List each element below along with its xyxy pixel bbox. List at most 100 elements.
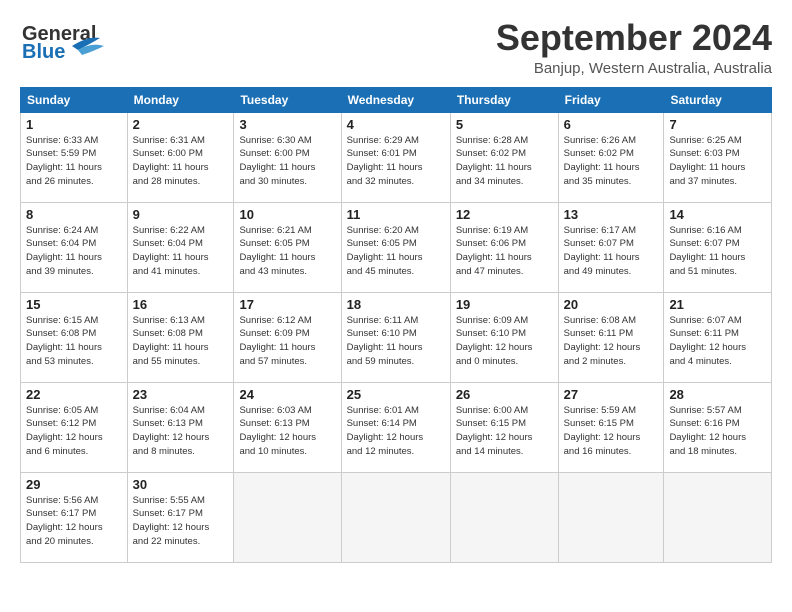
day-cell-3: 3Sunrise: 6:30 AM Sunset: 6:00 PM Daylig… [234, 112, 341, 202]
day-cell-4: 4 Sunrise: 6:29 AM Sunset: 6:01 PM Daylig… [341, 112, 450, 202]
empty-cell [664, 472, 772, 562]
calendar-week-row-0: 1Sunrise: 6:33 AM Sunset: 5:59 PM Daylig… [21, 112, 772, 202]
day-cell-10: 10Sunrise: 6:21 AM Sunset: 6:05 PM Dayli… [234, 202, 341, 292]
day-number: 5 [456, 117, 553, 132]
day-cell-28: 28 Sunrise: 5:57 AM Sunset: 6:16 PM Dayli… [664, 382, 772, 472]
day-number: 26 [456, 387, 553, 402]
calendar-week-row-3: 22 Sunrise: 6:05 AM Sunset: 6:12 PM Dayli… [21, 382, 772, 472]
day-cell-5: 5 Sunrise: 6:28 AM Sunset: 6:02 PM Daylig… [450, 112, 558, 202]
day-cell-12: 12 Sunrise: 6:19 AM Sunset: 6:06 PM Dayli… [450, 202, 558, 292]
calendar-table: SundayMondayTuesdayWednesdayThursdayFrid… [20, 87, 772, 563]
day-info: Sunrise: 6:26 AM Sunset: 6:02 PM Dayligh… [564, 134, 659, 189]
day-header-thursday: Thursday [450, 87, 558, 112]
logo-svg: General Blue [20, 18, 110, 62]
day-number: 17 [239, 297, 335, 312]
day-number: 25 [347, 387, 445, 402]
day-info: Sunrise: 6:31 AM Sunset: 6:00 PM Dayligh… [133, 134, 229, 189]
day-number: 6 [564, 117, 659, 132]
day-number: 3 [239, 117, 335, 132]
day-cell-13: 13 Sunrise: 6:17 AM Sunset: 6:07 PM Dayli… [558, 202, 664, 292]
calendar-week-row-2: 15Sunrise: 6:15 AM Sunset: 6:08 PM Dayli… [21, 292, 772, 382]
day-cell-11: 11Sunrise: 6:20 AM Sunset: 6:05 PM Dayli… [341, 202, 450, 292]
day-number: 29 [26, 477, 122, 492]
day-number: 22 [26, 387, 122, 402]
day-cell-30: 30 Sunrise: 5:55 AM Sunset: 6:17 PM Dayli… [127, 472, 234, 562]
empty-cell [558, 472, 664, 562]
day-cell-27: 27 Sunrise: 5:59 AM Sunset: 6:15 PM Dayli… [558, 382, 664, 472]
day-number: 30 [133, 477, 229, 492]
calendar-header-row: SundayMondayTuesdayWednesdayThursdayFrid… [21, 87, 772, 112]
day-number: 13 [564, 207, 659, 222]
day-cell-18: 18Sunrise: 6:11 AM Sunset: 6:10 PM Dayli… [341, 292, 450, 382]
day-info: Sunrise: 6:04 AM Sunset: 6:13 PM Dayligh… [133, 404, 229, 459]
day-info: Sunrise: 6:13 AM Sunset: 6:08 PM Dayligh… [133, 314, 229, 369]
day-number: 12 [456, 207, 553, 222]
day-info: Sunrise: 6:28 AM Sunset: 6:02 PM Dayligh… [456, 134, 553, 189]
day-cell-24: 24Sunrise: 6:03 AM Sunset: 6:13 PM Dayli… [234, 382, 341, 472]
day-cell-19: 19Sunrise: 6:09 AM Sunset: 6:10 PM Dayli… [450, 292, 558, 382]
day-info: Sunrise: 6:01 AM Sunset: 6:14 PM Dayligh… [347, 404, 445, 459]
day-cell-6: 6 Sunrise: 6:26 AM Sunset: 6:02 PM Daylig… [558, 112, 664, 202]
svg-text:Blue: Blue [22, 41, 65, 62]
logo: General Blue [20, 18, 110, 62]
day-header-tuesday: Tuesday [234, 87, 341, 112]
day-cell-9: 9Sunrise: 6:22 AM Sunset: 6:04 PM Daylig… [127, 202, 234, 292]
day-header-friday: Friday [558, 87, 664, 112]
day-number: 2 [133, 117, 229, 132]
day-cell-29: 29Sunrise: 5:56 AM Sunset: 6:17 PM Dayli… [21, 472, 128, 562]
day-cell-22: 22 Sunrise: 6:05 AM Sunset: 6:12 PM Dayli… [21, 382, 128, 472]
day-info: Sunrise: 6:19 AM Sunset: 6:06 PM Dayligh… [456, 224, 553, 279]
day-cell-23: 23 Sunrise: 6:04 AM Sunset: 6:13 PM Dayli… [127, 382, 234, 472]
day-number: 1 [26, 117, 122, 132]
day-cell-21: 21Sunrise: 6:07 AM Sunset: 6:11 PM Dayli… [664, 292, 772, 382]
day-cell-2: 2 Sunrise: 6:31 AM Sunset: 6:00 PM Daylig… [127, 112, 234, 202]
day-info: Sunrise: 6:21 AM Sunset: 6:05 PM Dayligh… [239, 224, 335, 279]
header: General Blue September 2024 Banjup, West… [20, 18, 772, 77]
day-header-wednesday: Wednesday [341, 87, 450, 112]
day-number: 7 [669, 117, 766, 132]
day-cell-16: 16 Sunrise: 6:13 AM Sunset: 6:08 PM Dayli… [127, 292, 234, 382]
day-info: Sunrise: 5:57 AM Sunset: 6:16 PM Dayligh… [669, 404, 766, 459]
day-header-saturday: Saturday [664, 87, 772, 112]
day-info: Sunrise: 6:08 AM Sunset: 6:11 PM Dayligh… [564, 314, 659, 369]
day-number: 28 [669, 387, 766, 402]
day-number: 16 [133, 297, 229, 312]
calendar-week-row-4: 29Sunrise: 5:56 AM Sunset: 6:17 PM Dayli… [21, 472, 772, 562]
day-header-monday: Monday [127, 87, 234, 112]
day-info: Sunrise: 6:15 AM Sunset: 6:08 PM Dayligh… [26, 314, 122, 369]
calendar-week-row-1: 8Sunrise: 6:24 AM Sunset: 6:04 PM Daylig… [21, 202, 772, 292]
day-cell-1: 1Sunrise: 6:33 AM Sunset: 5:59 PM Daylig… [21, 112, 128, 202]
day-info: Sunrise: 5:59 AM Sunset: 6:15 PM Dayligh… [564, 404, 659, 459]
day-info: Sunrise: 6:22 AM Sunset: 6:04 PM Dayligh… [133, 224, 229, 279]
day-cell-8: 8Sunrise: 6:24 AM Sunset: 6:04 PM Daylig… [21, 202, 128, 292]
day-info: Sunrise: 6:29 AM Sunset: 6:01 PM Dayligh… [347, 134, 445, 189]
day-header-sunday: Sunday [21, 87, 128, 112]
day-info: Sunrise: 6:17 AM Sunset: 6:07 PM Dayligh… [564, 224, 659, 279]
day-number: 4 [347, 117, 445, 132]
page: General Blue September 2024 Banjup, West… [0, 0, 792, 612]
empty-cell [234, 472, 341, 562]
day-cell-7: 7 Sunrise: 6:25 AM Sunset: 6:03 PM Daylig… [664, 112, 772, 202]
day-number: 14 [669, 207, 766, 222]
day-info: Sunrise: 6:20 AM Sunset: 6:05 PM Dayligh… [347, 224, 445, 279]
day-info: Sunrise: 6:05 AM Sunset: 6:12 PM Dayligh… [26, 404, 122, 459]
day-info: Sunrise: 6:09 AM Sunset: 6:10 PM Dayligh… [456, 314, 553, 369]
day-number: 21 [669, 297, 766, 312]
day-cell-15: 15Sunrise: 6:15 AM Sunset: 6:08 PM Dayli… [21, 292, 128, 382]
location: Banjup, Western Australia, Australia [496, 60, 772, 77]
day-info: Sunrise: 5:55 AM Sunset: 6:17 PM Dayligh… [133, 494, 229, 549]
day-info: Sunrise: 6:12 AM Sunset: 6:09 PM Dayligh… [239, 314, 335, 369]
day-cell-25: 25 Sunrise: 6:01 AM Sunset: 6:14 PM Dayli… [341, 382, 450, 472]
month-title: September 2024 [496, 18, 772, 58]
day-info: Sunrise: 6:16 AM Sunset: 6:07 PM Dayligh… [669, 224, 766, 279]
day-number: 24 [239, 387, 335, 402]
day-cell-26: 26 Sunrise: 6:00 AM Sunset: 6:15 PM Dayli… [450, 382, 558, 472]
day-info: Sunrise: 6:25 AM Sunset: 6:03 PM Dayligh… [669, 134, 766, 189]
day-number: 27 [564, 387, 659, 402]
day-info: Sunrise: 6:24 AM Sunset: 6:04 PM Dayligh… [26, 224, 122, 279]
day-cell-14: 14 Sunrise: 6:16 AM Sunset: 6:07 PM Dayli… [664, 202, 772, 292]
day-number: 23 [133, 387, 229, 402]
day-info: Sunrise: 6:00 AM Sunset: 6:15 PM Dayligh… [456, 404, 553, 459]
title-area: September 2024 Banjup, Western Australia… [496, 18, 772, 77]
day-number: 18 [347, 297, 445, 312]
